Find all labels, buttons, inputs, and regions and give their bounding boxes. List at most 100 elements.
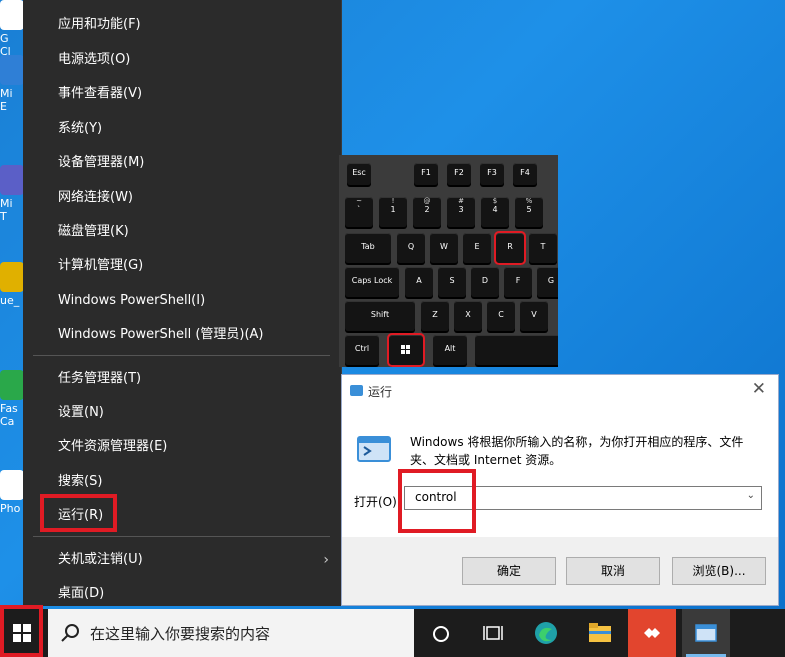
- menu-item-label: 关机或注销(U): [58, 552, 143, 567]
- run-description: Windows 将根据你所输入的名称，为你打开相应的程序、文件夹、文档或 Int…: [410, 435, 744, 467]
- key-label: Q: [407, 242, 415, 251]
- run-title-icon: [350, 385, 363, 396]
- keyboard-key: A: [405, 267, 433, 297]
- run-app-taskbar-icon[interactable]: [694, 623, 718, 643]
- menu-item[interactable]: 应用和功能(F): [23, 10, 341, 40]
- menu-item[interactable]: 电源选项(O): [23, 45, 341, 75]
- desktop-icon[interactable]: Pho: [0, 470, 24, 515]
- keyboard-key: @2: [413, 197, 441, 227]
- menu-item[interactable]: Windows PowerShell(I): [23, 286, 341, 316]
- menu-item[interactable]: 计算机管理(G): [23, 251, 341, 281]
- close-icon[interactable]: ✕: [752, 379, 766, 399]
- anydesk-button[interactable]: [628, 609, 676, 657]
- keyboard-key: D: [471, 267, 499, 297]
- key-shift-symbol: $: [492, 197, 498, 205]
- ok-button[interactable]: 确定: [462, 557, 556, 585]
- key-label: R: [507, 242, 513, 251]
- taskview-button[interactable]: [468, 609, 516, 657]
- key-label: `: [357, 205, 361, 214]
- keyboard-key: G: [537, 267, 558, 297]
- menu-item-label: 设置(N): [58, 405, 104, 420]
- key-label: A: [416, 276, 422, 285]
- key-label: E: [474, 242, 480, 251]
- keyboard-key: Z: [421, 301, 449, 331]
- key-label: C: [498, 310, 504, 319]
- task-view-icon[interactable]: [483, 624, 503, 642]
- desktop-app-icon[interactable]: [0, 165, 24, 195]
- anydesk-icon[interactable]: [641, 623, 663, 643]
- key-label: 3: [458, 205, 464, 214]
- file-explorer-button[interactable]: [576, 609, 624, 657]
- folder-icon[interactable]: [589, 623, 611, 643]
- browse-button[interactable]: 浏览(B)...: [672, 557, 766, 585]
- menu-item[interactable]: 设置(N): [23, 398, 341, 428]
- menu-item-label: Windows PowerShell(I): [58, 293, 206, 308]
- desktop-app-icon[interactable]: [0, 55, 24, 85]
- keyboard-key: F1: [414, 163, 438, 185]
- key-label: D: [481, 276, 489, 285]
- windows-logo-icon: [401, 345, 410, 354]
- menu-item[interactable]: Windows PowerShell (管理员)(A): [23, 320, 341, 350]
- key-label: W: [440, 242, 448, 251]
- keyboard-key: ~ `: [345, 197, 373, 227]
- desktop-icon-label: Mi E: [0, 87, 13, 113]
- key-label: Caps Lock: [351, 276, 393, 285]
- menu-item[interactable]: 关机或注销(U) ›: [23, 545, 341, 575]
- menu-item[interactable]: 文件资源管理器(E): [23, 432, 341, 462]
- edge-icon[interactable]: [534, 621, 558, 645]
- key-label: 1: [390, 205, 396, 214]
- desktop-icon[interactable]: Mi T: [0, 165, 24, 223]
- taskbar-search[interactable]: 在这里输入你要搜索的内容: [48, 609, 414, 657]
- menu-item[interactable]: 搜索(S): [23, 467, 341, 497]
- key-label: S: [449, 276, 455, 285]
- desktop-app-icon[interactable]: [0, 262, 24, 292]
- keyboard-key: E: [463, 233, 491, 263]
- key-label: Esc: [352, 168, 366, 177]
- menu-item[interactable]: 任务管理器(T): [23, 364, 341, 394]
- menu-item[interactable]: 磁盘管理(K): [23, 217, 341, 247]
- keyboard-key: #3: [447, 197, 475, 227]
- keyboard-key: F2: [447, 163, 471, 185]
- menu-item[interactable]: 桌面(D): [23, 579, 341, 609]
- menu-item-label: 任务管理器(T): [58, 371, 142, 386]
- menu-item[interactable]: 设备管理器(M): [23, 148, 341, 178]
- menu-item[interactable]: 网络连接(W): [23, 183, 341, 213]
- desktop-app-icon[interactable]: [0, 0, 24, 30]
- desktop-icon-label: Pho: [0, 502, 21, 515]
- task-view-button[interactable]: [416, 609, 464, 657]
- menu-item-label: 设备管理器(M): [58, 155, 145, 170]
- menu-item-label: 磁盘管理(K): [58, 224, 129, 239]
- search-icon: [61, 624, 79, 642]
- desktop-icon[interactable]: Mi E: [0, 55, 24, 113]
- desktop-icon[interactable]: Fas Ca: [0, 370, 24, 428]
- keyboard-key: Shift: [345, 301, 415, 331]
- keyboard-image: Esc F1 F2 F3 F4 ~ `! 1 @2 #3 $4% 5 Tab Q W E R T Caps Lock…: [339, 155, 558, 367]
- desktop-icon-label: Mi T: [0, 197, 13, 223]
- desktop-app-icon[interactable]: [0, 470, 24, 500]
- key-label: 2: [424, 205, 430, 214]
- key-label: F4: [520, 168, 530, 177]
- menu-item-label: 应用和功能(F): [58, 17, 141, 32]
- desktop-app-icon[interactable]: [0, 370, 24, 400]
- key-label: Ctrl: [354, 344, 370, 353]
- menu-item[interactable]: 事件查看器(V): [23, 79, 341, 109]
- edge-button[interactable]: [522, 609, 570, 657]
- keyboard-key: T: [529, 233, 557, 263]
- keyboard-key: R: [494, 231, 526, 265]
- run-app-icon: [357, 436, 391, 462]
- keyboard-key: Alt: [433, 335, 467, 365]
- key-label: Z: [432, 310, 438, 319]
- cortana-icon[interactable]: [432, 625, 450, 643]
- desktop-icon[interactable]: G Cl: [0, 0, 24, 58]
- run-taskbar-button[interactable]: [682, 609, 730, 657]
- space-key: [475, 335, 558, 365]
- key-label: F: [515, 276, 521, 285]
- run-dialog: 运行 ✕ Windows 将根据你所输入的名称，为你打开相应的程序、文件夹、文档…: [341, 374, 779, 606]
- keyboard-key: $4: [481, 197, 509, 227]
- desktop-icon[interactable]: ue_: [0, 262, 24, 307]
- menu-item-label: Windows PowerShell (管理员)(A): [58, 327, 264, 342]
- key-label: 4: [492, 205, 498, 214]
- menu-item[interactable]: 系统(Y): [23, 114, 341, 144]
- chevron-down-icon[interactable]: ⌄: [747, 490, 755, 501]
- cancel-button[interactable]: 取消: [566, 557, 660, 585]
